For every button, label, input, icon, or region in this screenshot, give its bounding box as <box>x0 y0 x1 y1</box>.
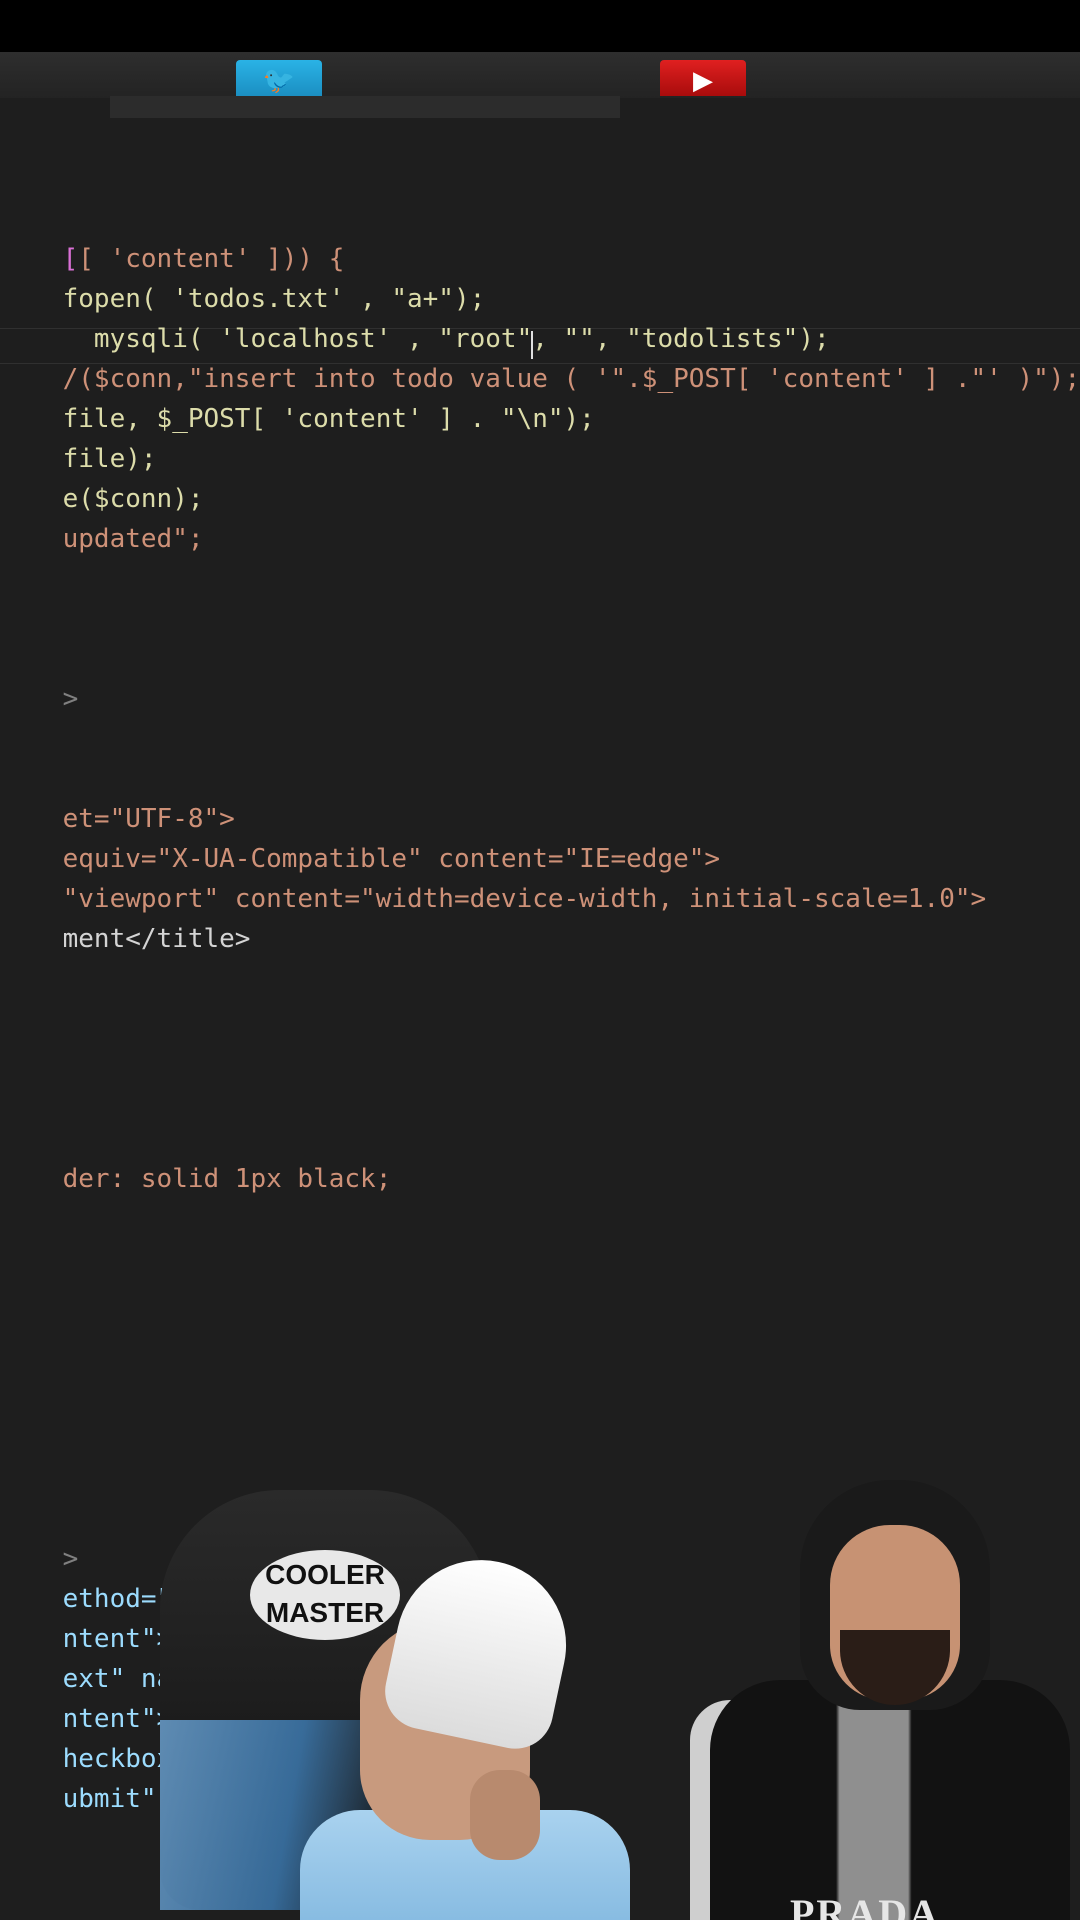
code-line[interactable]: et="UTF-8"> <box>0 768 235 834</box>
twitter-button[interactable]: 🐦 <box>236 60 322 96</box>
person-right-body <box>710 1680 1070 1920</box>
tab-shade <box>110 96 620 118</box>
top-black-bar <box>0 0 1080 52</box>
code-line[interactable]: > <box>0 1508 79 1574</box>
code-line[interactable]: "viewport" content="width=device-width, … <box>0 848 987 914</box>
code-line[interactable]: der: solid 1px black; <box>0 1128 392 1194</box>
person-left-beanie <box>378 1544 582 1756</box>
code-line[interactable]: > <box>0 648 79 714</box>
code-line[interactable]: [[ 'content' ])) { <box>0 208 345 274</box>
person-right: PRADA <box>690 1480 1080 1920</box>
code-line[interactable]: fopen( 'todos.txt' , "a+"); <box>0 248 486 314</box>
webcam-overlay: COOLER MASTER PRADA <box>130 1470 1080 1920</box>
code-line[interactable]: updated"; <box>0 488 204 554</box>
code-line[interactable]: /($conn,"insert into todo value ( '".$_P… <box>0 328 1080 394</box>
shirt-brand: PRADA <box>790 1891 940 1920</box>
code-line[interactable]: file, $_POST[ 'content' ] . "\n"); <box>0 368 595 434</box>
youtube-button[interactable]: ▶ <box>660 60 746 96</box>
twitter-icon: 🐦 <box>262 66 296 96</box>
code-line[interactable]: equiv="X-UA-Compatible" content="IE=edge… <box>0 808 720 874</box>
code-line[interactable]: ment</title> <box>0 888 251 954</box>
person-left <box>300 1540 630 1920</box>
browser-tab-strip <box>0 52 1080 118</box>
person-left-hand <box>470 1770 540 1860</box>
code-line[interactable]: e($conn); <box>0 448 204 514</box>
code-line[interactable]: file); <box>0 408 157 474</box>
youtube-icon: ▶ <box>693 66 713 96</box>
code-line[interactable]: mysqli( 'localhost' , "root", "", "todol… <box>0 288 830 354</box>
